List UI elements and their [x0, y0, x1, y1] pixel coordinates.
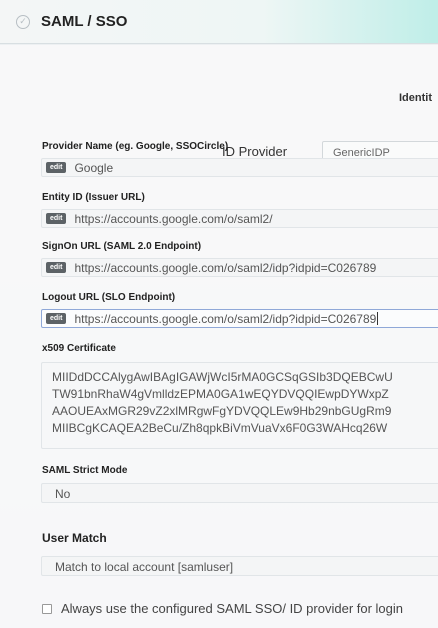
signon-url-value: https://accounts.google.com/o/saml2/idp?… — [74, 260, 377, 275]
always-use-label: Always use the configured SAML SSO/ ID p… — [61, 601, 404, 616]
edit-badge: edit — [46, 162, 67, 173]
certificate-line: MIIDdDCCAlygAwIBAgIGAWjWcI5rMA0GCSqGSIb3… — [52, 370, 393, 384]
user-match-title: User Match — [42, 531, 107, 545]
text-cursor — [377, 312, 379, 325]
certificate-label: x509 Certificate — [42, 343, 116, 354]
certificate-line: AAOUEAxMGR29vZ2xlMRgwFgYDVQQLEw9Hb29nbGU… — [52, 404, 392, 418]
signon-url-field[interactable]: edit https://accounts.google.com/o/saml2… — [41, 258, 438, 277]
certificate-line: TW91bnRhaW4gVmlldzEPMA0GA1wEQYDVQQIEwpDY… — [52, 387, 389, 401]
always-use-option[interactable]: Always use the configured SAML SSO/ ID p… — [42, 601, 403, 616]
certificate-line: MIIBCgKCAQEA2BeCu/Zh8qpkBiVmVuaVx6F0G3WA… — [52, 421, 388, 435]
edit-badge: edit — [46, 262, 67, 273]
provider-name-label: Provider Name (eg. Google, SSOCircle) — [42, 141, 229, 152]
logout-url-field[interactable]: edit https://accounts.google.com/o/saml2… — [41, 309, 438, 328]
settings-panel: Identit ID Provider GenericIDP Provider … — [0, 45, 438, 628]
edit-badge: edit — [46, 213, 67, 224]
page-title: SAML / SSO — [41, 13, 128, 30]
strict-mode-label: SAML Strict Mode — [42, 465, 128, 476]
provider-name-field[interactable]: edit Google — [41, 158, 438, 177]
signon-url-label: SignOn URL (SAML 2.0 Endpoint) — [42, 241, 202, 252]
entity-id-label: Entity ID (Issuer URL) — [42, 192, 145, 203]
logout-url-label: Logout URL (SLO Endpoint) — [42, 292, 176, 303]
strict-mode-select[interactable]: No — [41, 483, 438, 503]
identity-heading: Identit — [399, 92, 432, 104]
always-use-checkbox[interactable] — [42, 603, 52, 614]
entity-id-field[interactable]: edit https://accounts.google.com/o/saml2… — [41, 209, 438, 228]
check-circle-icon[interactable]: ✓ — [16, 14, 30, 29]
certificate-textarea[interactable]: MIIDdDCCAlygAwIBAgIGAWjWcI5rMA0GCSqGSIb3… — [41, 362, 438, 449]
provider-name-value: Google — [74, 160, 114, 175]
entity-id-value: https://accounts.google.com/o/saml2/ — [74, 211, 273, 226]
page-header: ✓ SAML / SSO — [0, 0, 438, 44]
user-match-select[interactable]: Match to local account [samluser] — [41, 556, 438, 576]
logout-url-value: https://accounts.google.com/o/saml2/idp?… — [74, 311, 377, 326]
edit-badge: edit — [46, 313, 67, 324]
id-provider-label: ID Provider — [222, 144, 288, 159]
